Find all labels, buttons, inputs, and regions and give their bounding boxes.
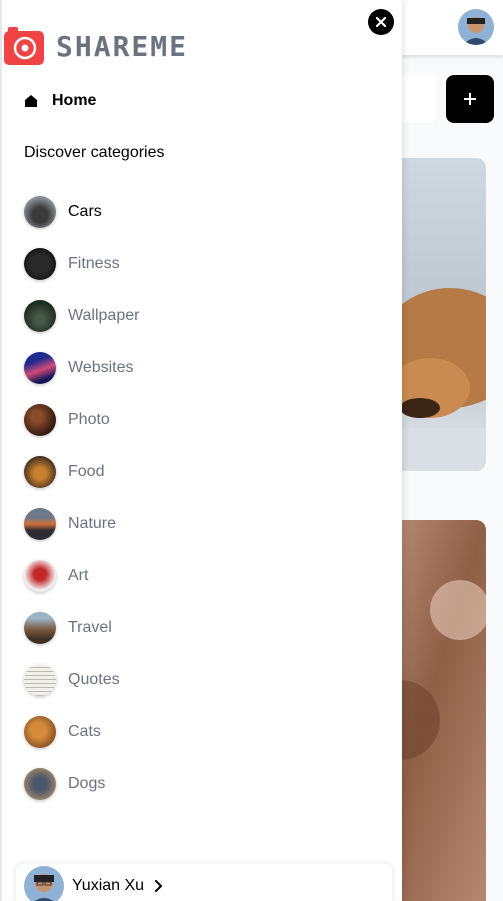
category-label: Wallpaper [68,307,140,324]
add-pin-button[interactable] [446,75,494,123]
sidebar-item-art[interactable]: Art [24,550,139,602]
avatar [24,866,64,901]
sidebar-item-label: Home [52,92,97,109]
sidebar-item-home[interactable]: Home [24,88,96,114]
sidebar-item-cars[interactable]: Cars [24,186,139,238]
category-label: Websites [68,359,134,376]
sidebar-item-travel[interactable]: Travel [24,602,139,654]
sidebar-item-photo[interactable]: Photo [24,394,139,446]
plus-icon [464,93,476,105]
category-label: Cats [68,723,101,740]
app-logo[interactable]: SHAREME [4,26,188,66]
sidebar-item-fitness[interactable]: Fitness [24,238,139,290]
home-icon [25,95,37,107]
section-title: Discover categories [24,144,165,161]
category-thumbnail [24,664,56,696]
category-thumbnail [24,300,56,332]
category-thumbnail [24,716,56,748]
category-thumbnail [24,352,56,384]
logo-text: SHAREME [56,29,189,63]
user-name: Yuxian Xu [72,877,145,894]
sidebar-item-quotes[interactable]: Quotes [24,654,139,706]
close-button[interactable] [368,9,394,35]
category-label: Art [68,567,89,584]
sidebar-item-wallpaper[interactable]: Wallpaper [24,290,139,342]
category-thumbnail [24,196,56,228]
sidebar-item-dogs[interactable]: Dogs [24,758,139,810]
category-label: Quotes [68,671,120,688]
category-label: Travel [68,619,112,636]
category-label: Dogs [68,775,106,792]
close-icon [375,16,387,28]
user-profile-link[interactable]: Yuxian Xu [16,864,392,901]
category-thumbnail [24,404,56,436]
header-avatar[interactable] [458,9,494,45]
category-list: Cars Fitness Wallpaper Websites Photo Fo… [24,186,139,810]
category-thumbnail [24,768,56,800]
category-label: Photo [68,411,110,428]
category-label: Fitness [68,255,120,272]
sidebar-item-nature[interactable]: Nature [24,498,139,550]
chevron-right-icon [154,880,163,892]
sidebar-item-websites[interactable]: Websites [24,342,139,394]
sidebar-drawer: SHAREME Home Discover categories Cars Fi… [0,0,402,901]
category-thumbnail [24,248,56,280]
category-label: Nature [68,515,117,532]
category-thumbnail [24,560,56,592]
sidebar-item-cats[interactable]: Cats [24,706,139,758]
category-label: Cars [68,203,102,220]
camera-icon [4,26,44,66]
category-thumbnail [24,508,56,540]
sidebar-item-food[interactable]: Food [24,446,139,498]
category-thumbnail [24,612,56,644]
category-thumbnail [24,456,56,488]
category-label: Food [68,463,105,480]
